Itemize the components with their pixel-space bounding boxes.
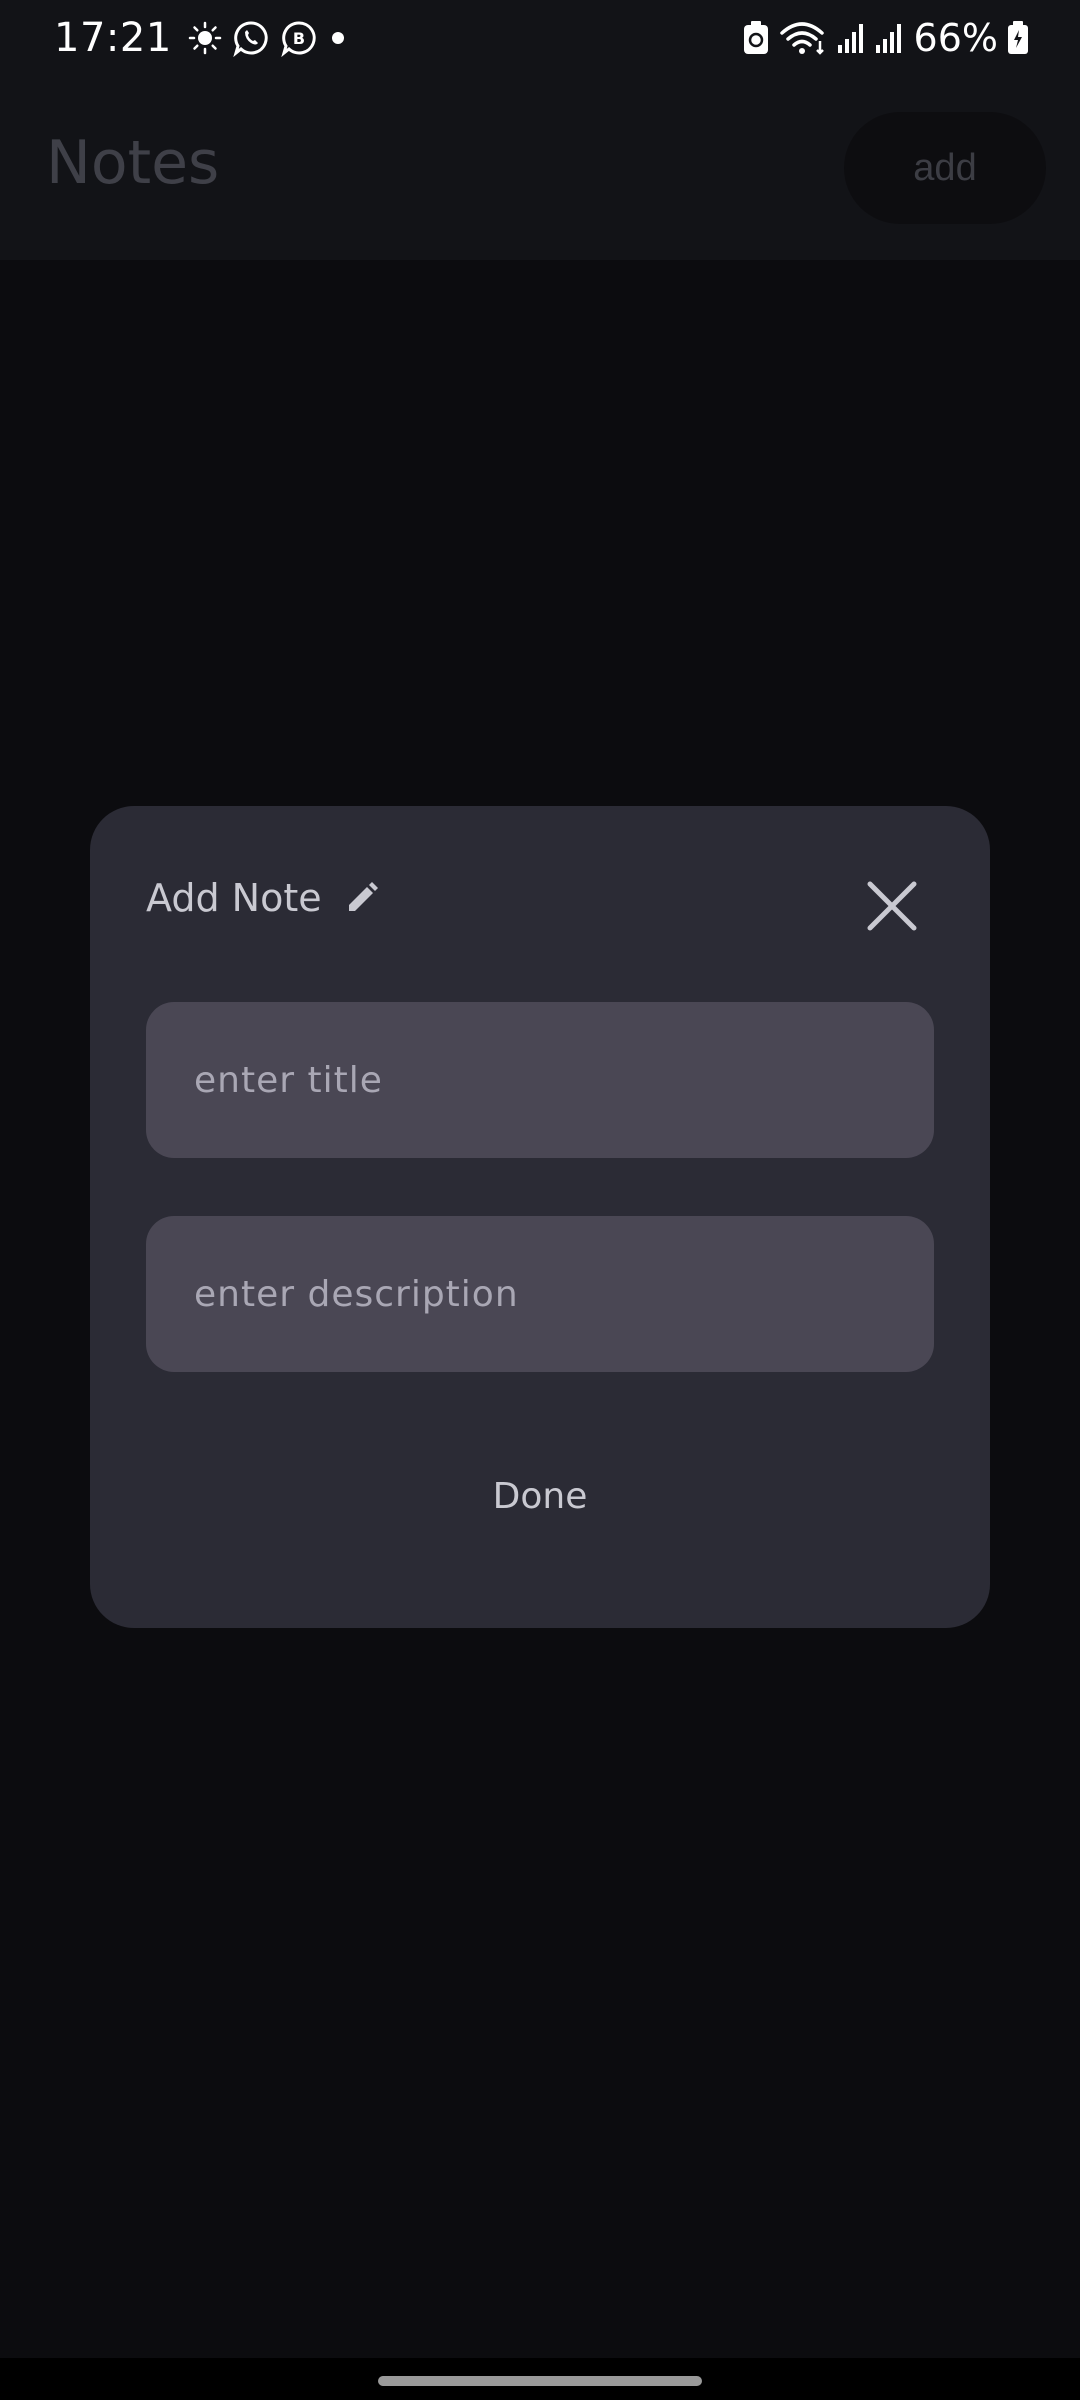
done-button[interactable]: Done [440, 1456, 640, 1536]
app-title: Notes [46, 128, 220, 198]
whatsapp-business-icon: B [280, 19, 318, 57]
status-left: 17:21 B [54, 12, 358, 64]
title-field[interactable] [146, 1002, 934, 1158]
add-note-dialog: Add Note Done [90, 806, 990, 1628]
signal-icon [874, 21, 904, 55]
dialog-title: Add Note [146, 876, 322, 920]
wifi-icon [778, 19, 828, 57]
close-icon [866, 880, 918, 932]
title-input[interactable] [192, 1058, 934, 1102]
app-bar: Notes add [0, 76, 1080, 260]
signal-icon [836, 21, 866, 55]
notification-dot-icon [328, 28, 348, 48]
close-button[interactable] [860, 874, 924, 938]
battery-percent: 66% [913, 16, 998, 60]
screen: 17:21 B 66% Notes add Add Note enter tit… [0, 0, 1080, 2400]
description-input[interactable] [192, 1272, 934, 1316]
pencil-icon [344, 880, 380, 916]
status-right: 66% [734, 12, 1030, 64]
add-button[interactable]: add [844, 112, 1046, 224]
whatsapp-icon [232, 19, 270, 57]
status-bar: 17:21 B 66% [0, 0, 1080, 76]
dialog-header: Add Note [146, 876, 380, 920]
navigation-bar [0, 2358, 1080, 2400]
home-handle[interactable] [378, 2376, 702, 2386]
svg-text:B: B [293, 29, 305, 48]
status-time: 17:21 [54, 15, 172, 61]
battery-saver-icon [742, 20, 770, 56]
description-field[interactable] [146, 1216, 934, 1372]
battery-icon [1006, 20, 1030, 56]
notification-icons: B [188, 19, 358, 57]
brightness-icon [188, 21, 222, 55]
